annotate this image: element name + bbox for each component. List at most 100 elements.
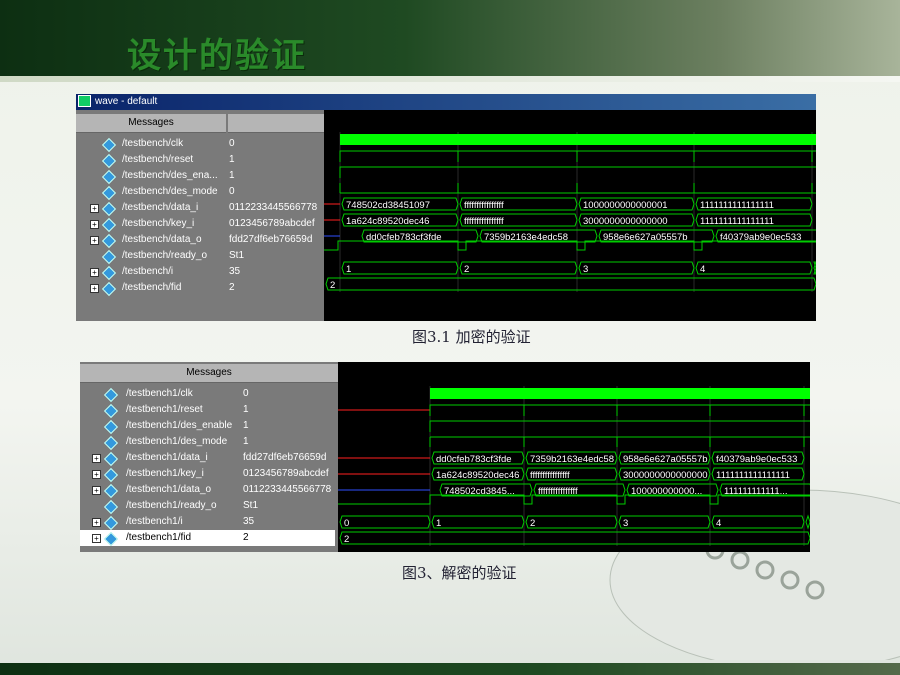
wave-window-2: Messages /testbench1/clk 0/testbench1/res… [80, 362, 810, 552]
signal-row[interactable]: + /testbench/fid 2 [76, 280, 321, 297]
signal-name: /testbench1/ready_o [126, 500, 217, 511]
bus-segment [339, 531, 810, 545]
signal-row[interactable]: /testbench/des_mode 0 [76, 184, 321, 201]
bus-value-label: 1 [346, 264, 351, 275]
signal-name: /testbench/data_o [122, 234, 202, 245]
signal-name: /testbench/ready_o [122, 250, 208, 261]
signal-name: /testbench1/i [126, 516, 183, 527]
signal-row[interactable]: /testbench1/clk 0 [80, 386, 335, 403]
signal-row[interactable]: /testbench/reset 1 [76, 152, 321, 169]
signal-value: 35 [243, 516, 255, 527]
bus-value-label: 0 [344, 518, 349, 529]
signal-value: 2 [243, 532, 249, 543]
bus-value-label: 2 [464, 264, 469, 275]
signal-value: 0 [229, 186, 235, 197]
signal-name: /testbench1/data_o [126, 484, 212, 495]
signal-diamond-icon [101, 217, 117, 233]
expand-icon[interactable]: + [90, 220, 99, 229]
expand-icon[interactable]: + [92, 534, 101, 543]
signal-value: 1 [243, 420, 249, 431]
bus-value-label: 958e6e627a05557b [623, 454, 708, 465]
signal-row[interactable]: + /testbench1/i 35 [80, 514, 335, 531]
signal-row[interactable]: /testbench1/des_mode 1 [80, 434, 335, 451]
signal-row[interactable]: + /testbench/i 35 [76, 264, 321, 281]
app-icon [78, 95, 91, 108]
signal-diamond-icon [101, 265, 117, 281]
bus-segment [813, 261, 816, 275]
slide-title: 设计的验证 [127, 36, 307, 76]
bus-value-label: 7359b2163e4edc58 [530, 454, 614, 465]
bus-value-label: 1111111111111111 [716, 470, 790, 481]
bus-value-label: 1111111111111111 [700, 200, 774, 211]
bus-value-label: 3 [583, 264, 588, 275]
reset-waveform [339, 150, 816, 162]
bus-value-label: 3000000000000000 [583, 216, 668, 227]
bus-value-label: f40379ab9e0ec533 [716, 454, 797, 465]
clk-waveform [340, 134, 816, 145]
signal-value: 0112233445566778 [243, 484, 332, 495]
expand-icon[interactable]: + [90, 204, 99, 213]
signal-diamond-icon [101, 249, 117, 265]
signal-row[interactable]: + /testbench/data_i 0112233445566778 [76, 200, 321, 217]
waveform-area[interactable]: dd0cfeb783cf3fde 7359b2163e4edc58 958e6e62… [338, 386, 810, 552]
waveform-area[interactable]: 748502cd38451097 ffffffffffffffff 10000000… [324, 132, 816, 321]
bus-segment [459, 261, 578, 275]
signal-value: St1 [229, 250, 245, 261]
signal-row[interactable]: + /testbench1/data_i fdd27df6eb76659d [80, 450, 335, 467]
signal-diamond-icon [103, 403, 119, 419]
bus-segment [431, 515, 525, 529]
bus-segment [711, 515, 805, 529]
bus-segment [339, 515, 431, 529]
signal-row[interactable]: /testbench/ready_o St1 [76, 248, 321, 265]
signal-diamond-icon [103, 467, 119, 483]
des-enable-waveform [429, 420, 810, 432]
bus-value-label: 1000000000000001 [583, 200, 668, 211]
signal-row[interactable]: /testbench/clk 0 [76, 136, 321, 153]
signal-value: 0112233445566778 [229, 202, 318, 213]
signal-diamond-icon [103, 515, 119, 531]
expand-icon[interactable]: + [92, 454, 101, 463]
bus-value-label: 1 [436, 518, 441, 529]
expand-icon[interactable]: + [90, 236, 99, 245]
bus-value-label: 3 [623, 518, 628, 529]
signal-row[interactable]: /testbench1/des_enable 1 [80, 418, 335, 435]
signal-value: fdd27df6eb76659d [229, 234, 313, 245]
caption-decryption: 图3、解密的验证 [402, 564, 517, 582]
expand-icon[interactable]: + [92, 470, 101, 479]
expand-icon[interactable]: + [90, 268, 99, 277]
expand-icon[interactable]: + [92, 486, 101, 495]
signal-row[interactable]: /testbench1/ready_o St1 [80, 498, 335, 515]
signal-row[interactable]: + /testbench1/key_i 0123456789abcdef [80, 466, 335, 483]
signal-row[interactable]: /testbench1/reset 1 [80, 402, 335, 419]
signal-diamond-icon [103, 419, 119, 435]
bus-segment [695, 261, 813, 275]
signal-row[interactable]: + /testbench1/data_o 0112233445566778 [80, 482, 335, 499]
value-header [228, 114, 324, 133]
signal-value: 0123456789abcdef [229, 218, 315, 229]
signal-diamond-icon [103, 483, 119, 499]
signal-name: /testbench/clk [122, 138, 184, 149]
expand-icon[interactable]: + [92, 518, 101, 527]
signal-row[interactable]: + /testbench/key_i 0123456789abcdef [76, 216, 321, 233]
caption-encryption: 图3.1 加密的验证 [412, 328, 531, 346]
bus-segment [341, 261, 459, 275]
signal-diamond-icon [103, 435, 119, 451]
signal-row[interactable]: /testbench/des_ena... 1 [76, 168, 321, 185]
signal-diamond-icon [103, 451, 119, 467]
signal-name: /testbench/i [122, 266, 174, 277]
signal-name: /testbench1/reset [126, 404, 203, 415]
bus-value-label: 3000000000000000 [623, 470, 708, 481]
signal-name: /testbench/key_i [122, 218, 195, 229]
signal-row[interactable]: + /testbench1/fid 2 [80, 530, 335, 547]
bus-value-label: 748502cd38451097 [346, 200, 430, 211]
signal-name: /testbench/reset [122, 154, 194, 165]
signal-name: /testbench1/des_mode [126, 436, 228, 447]
messages-header: Messages [80, 364, 338, 383]
wave-window-titlebar[interactable]: wave - default [76, 94, 816, 110]
expand-icon[interactable]: + [90, 284, 99, 293]
bus-value-label: 4 [716, 518, 721, 529]
signal-name: /testbench/des_mode [122, 186, 218, 197]
signal-row[interactable]: + /testbench/data_o fdd27df6eb76659d [76, 232, 321, 249]
signal-value: 35 [229, 266, 241, 277]
signal-value: 0 [243, 388, 249, 399]
